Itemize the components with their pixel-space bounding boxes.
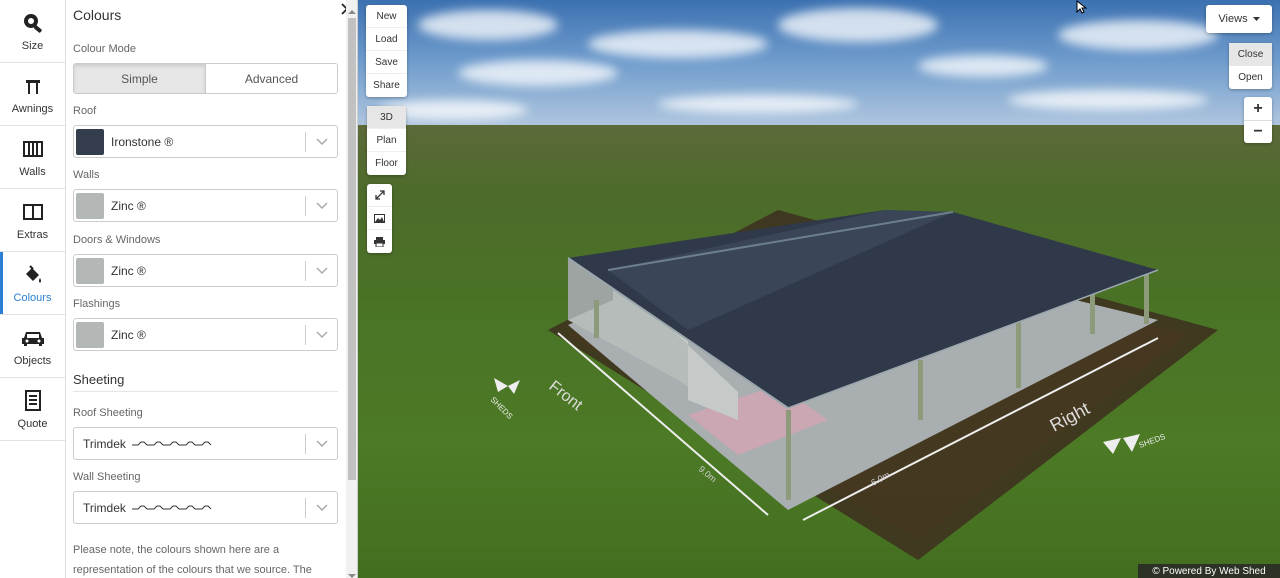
colour-mode-advanced[interactable]: Advanced bbox=[205, 64, 337, 93]
colour-mode-simple[interactable]: Simple bbox=[74, 64, 205, 93]
flashings-colour-select[interactable]: Zinc ® bbox=[73, 318, 338, 351]
nav-objects-label: Objects bbox=[13, 355, 52, 367]
side-nav: Size Awnings Walls Extras Colours Object… bbox=[0, 0, 66, 578]
trimdek-profile-icon bbox=[131, 441, 212, 445]
svg-text:SHEDS: SHEDS bbox=[489, 395, 515, 421]
doors-windows-colour-select[interactable]: Zinc ® bbox=[73, 254, 338, 287]
chevron-down-icon bbox=[306, 439, 337, 448]
image-icon[interactable] bbox=[367, 207, 392, 230]
flashings-swatch bbox=[76, 321, 104, 348]
car-icon bbox=[21, 325, 45, 351]
walls-icon bbox=[22, 136, 44, 162]
load-button[interactable]: Load bbox=[366, 28, 407, 51]
front-label: Front bbox=[546, 378, 586, 415]
roof-sheeting-value: Trimdek bbox=[83, 437, 305, 451]
zoom-out-button[interactable]: − bbox=[1244, 120, 1272, 143]
panel-scrollbar[interactable] bbox=[346, 0, 357, 578]
mouse-cursor-icon bbox=[1076, 0, 1088, 17]
nav-extras-label: Extras bbox=[16, 229, 49, 241]
nav-quote-label: Quote bbox=[17, 418, 48, 430]
new-button[interactable]: New bbox=[366, 5, 407, 28]
sheeting-heading: Sheeting bbox=[73, 372, 125, 387]
caret-down-icon bbox=[1252, 17, 1260, 21]
roof-sheeting-select[interactable]: Trimdek bbox=[73, 427, 338, 460]
share-button[interactable]: Share bbox=[366, 74, 407, 97]
chevron-down-icon bbox=[306, 503, 337, 512]
expand-icon[interactable] bbox=[367, 184, 392, 207]
zoom-controls: + − bbox=[1244, 97, 1272, 143]
walls-label: Walls bbox=[73, 169, 100, 181]
view-mode-toolbar: 3D Plan Floor bbox=[367, 106, 406, 175]
views-label: Views bbox=[1218, 13, 1248, 25]
nav-walls-label: Walls bbox=[19, 166, 46, 178]
extras-icon bbox=[22, 199, 44, 225]
roof-colour-value: Ironstone ® bbox=[111, 134, 174, 149]
save-button[interactable]: Save bbox=[366, 51, 407, 74]
colours-panel: Colours Colour Mode Simple Advanced Roof… bbox=[66, 0, 358, 578]
view-3d-button[interactable]: 3D bbox=[367, 106, 406, 129]
nav-size-label: Size bbox=[21, 40, 44, 52]
print-icon[interactable] bbox=[367, 230, 392, 253]
roof-sheeting-text: Trimdek bbox=[83, 436, 126, 451]
wall-sheeting-value: Trimdek bbox=[83, 501, 305, 515]
nav-extras[interactable]: Extras bbox=[0, 189, 65, 252]
shed-model: Front Right 9.0m 6.0m SHEDS SHEDS bbox=[489, 210, 1218, 560]
walls-swatch bbox=[76, 192, 104, 219]
scroll-down-icon[interactable] bbox=[348, 568, 356, 578]
walls-colour-value: Zinc ® bbox=[111, 198, 146, 213]
nav-objects[interactable]: Objects bbox=[0, 315, 65, 378]
trimdek-profile-icon bbox=[131, 505, 212, 509]
roof-sheeting-label: Roof Sheeting bbox=[73, 407, 143, 419]
nav-awnings-label: Awnings bbox=[11, 103, 54, 115]
paint-bucket-icon bbox=[22, 262, 44, 288]
roof-swatch bbox=[76, 128, 104, 155]
panel-title: Colours bbox=[73, 7, 122, 23]
views-dropdown[interactable]: Views bbox=[1206, 5, 1272, 33]
nav-colours-label: Colours bbox=[13, 292, 52, 304]
nav-walls[interactable]: Walls bbox=[0, 126, 65, 189]
colour-disclaimer: Please note, the colours shown here are … bbox=[73, 544, 312, 576]
chevron-down-icon bbox=[306, 266, 337, 275]
doors-windows-label: Doors & Windows bbox=[73, 234, 161, 246]
close-doors-button[interactable]: Close bbox=[1229, 43, 1272, 66]
chevron-down-icon bbox=[306, 137, 337, 146]
wall-sheeting-text: Trimdek bbox=[83, 500, 126, 515]
roof-label: Roof bbox=[73, 105, 97, 117]
chevron-down-icon bbox=[306, 201, 337, 210]
size-icon bbox=[22, 10, 44, 36]
flashings-label: Flashings bbox=[73, 298, 121, 310]
document-icon bbox=[24, 388, 42, 414]
brand-logo-right: SHEDS bbox=[1103, 432, 1167, 454]
doors-windows-swatch bbox=[76, 257, 104, 284]
open-doors-button[interactable]: Open bbox=[1229, 66, 1272, 89]
chevron-down-icon bbox=[306, 330, 337, 339]
doors-windows-colour-value: Zinc ® bbox=[111, 263, 146, 278]
powered-by-footer[interactable]: © Powered By Web Shed bbox=[1138, 564, 1280, 578]
svg-text:SHEDS: SHEDS bbox=[1138, 432, 1167, 450]
nav-size[interactable]: Size bbox=[0, 0, 65, 63]
awning-icon bbox=[23, 73, 43, 99]
colour-mode-toggle: Simple Advanced bbox=[73, 63, 338, 94]
door-toggle: Close Open bbox=[1229, 43, 1272, 89]
file-toolbar: New Load Save Share bbox=[366, 5, 407, 97]
roof-colour-select[interactable]: Ironstone ® bbox=[73, 125, 338, 158]
wall-sheeting-select[interactable]: Trimdek bbox=[73, 491, 338, 524]
front-dimension: 9.0m bbox=[697, 464, 719, 485]
nav-awnings[interactable]: Awnings bbox=[0, 63, 65, 126]
flashings-colour-value: Zinc ® bbox=[111, 327, 146, 342]
tools-toolbar bbox=[367, 184, 392, 253]
nav-colours[interactable]: Colours bbox=[0, 252, 65, 315]
brand-logo-left: SHEDS bbox=[489, 378, 520, 421]
colour-mode-label: Colour Mode bbox=[73, 43, 136, 55]
view-floor-button[interactable]: Floor bbox=[367, 152, 406, 175]
scrollbar-thumb[interactable] bbox=[348, 18, 356, 480]
view-plan-button[interactable]: Plan bbox=[367, 129, 406, 152]
wall-sheeting-label: Wall Sheeting bbox=[73, 471, 141, 483]
section-divider bbox=[73, 391, 338, 392]
zoom-in-button[interactable]: + bbox=[1244, 97, 1272, 120]
3d-viewport[interactable]: Front Right 9.0m 6.0m SHEDS SHEDS New Lo… bbox=[358, 0, 1280, 578]
walls-colour-select[interactable]: Zinc ® bbox=[73, 189, 338, 222]
nav-quote[interactable]: Quote bbox=[0, 378, 65, 441]
scroll-up-icon[interactable] bbox=[348, 4, 356, 14]
